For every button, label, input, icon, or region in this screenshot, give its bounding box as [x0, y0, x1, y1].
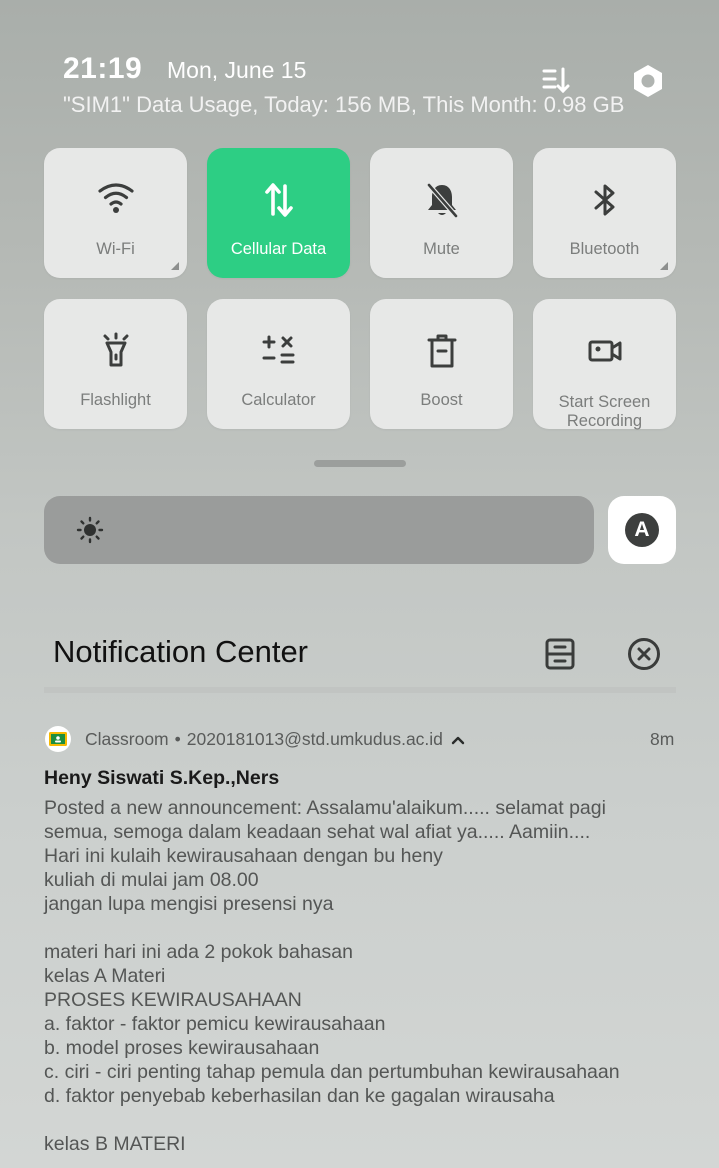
edit-list-icon[interactable]: [535, 60, 575, 100]
sun-icon: [76, 516, 104, 549]
calculator-icon: [207, 331, 350, 371]
notification-time: 8m: [650, 729, 675, 749]
tile-label: Mute: [423, 240, 460, 258]
cellular-data-icon: [207, 180, 350, 220]
tile-label: Start Screen Recording: [558, 393, 651, 430]
tile-label: Cellular Data: [230, 240, 327, 258]
notification-center-title: Notification Center: [53, 634, 309, 669]
app-name: Classroom: [85, 729, 169, 749]
notification-sender: Heny Siswati S.Kep.,Ners: [44, 767, 280, 789]
tile-calculator[interactable]: Calculator: [207, 299, 350, 429]
mute-bell-icon: [370, 180, 513, 220]
flashlight-icon: [44, 331, 187, 371]
tile-label: Boost: [420, 391, 463, 409]
manage-notifications-icon[interactable]: [540, 634, 580, 674]
expand-corner: [171, 262, 179, 270]
brightness-slider[interactable]: [44, 496, 594, 564]
tile-wifi[interactable]: Wi-Fi: [44, 148, 187, 278]
tile-label: Wi-Fi: [96, 240, 135, 258]
tile-flashlight[interactable]: Flashlight: [44, 299, 187, 429]
clock-time: 21:19: [63, 52, 143, 85]
auto-brightness-label: A: [625, 513, 659, 547]
settings-gear-icon[interactable]: [628, 61, 668, 101]
tile-label: Calculator: [241, 391, 316, 409]
clear-all-icon[interactable]: [624, 634, 664, 674]
auto-brightness-button[interactable]: A: [608, 496, 676, 564]
tile-boost[interactable]: Boost: [370, 299, 513, 429]
separator-dot: •: [174, 729, 181, 749]
tile-label: Bluetooth: [569, 240, 640, 258]
tile-label: Flashlight: [80, 391, 151, 409]
expand-corner: [660, 262, 668, 270]
notification-body[interactable]: Posted a new announcement: Assalamu'alai…: [44, 796, 704, 1156]
tile-mute[interactable]: Mute: [370, 148, 513, 278]
wifi-icon: [44, 180, 187, 216]
screen-record-icon: [533, 331, 676, 371]
classroom-app-icon: [45, 726, 71, 752]
panel-drag-handle[interactable]: [314, 460, 406, 467]
chevron-up-icon[interactable]: [451, 733, 465, 747]
account-email: 2020181013@std.umkudus.ac.id: [186, 729, 443, 749]
divider: [44, 687, 676, 693]
tile-cellular-data[interactable]: Cellular Data: [207, 148, 350, 278]
tile-screen-recording[interactable]: Start Screen Recording: [533, 299, 676, 430]
tile-bluetooth[interactable]: Bluetooth: [533, 148, 676, 278]
date-label: Mon, June 15: [167, 57, 307, 83]
notification-app-row[interactable]: Classroom • 2020181013@std.umkudus.ac.id: [85, 729, 465, 750]
boost-trash-icon: [370, 331, 513, 371]
bluetooth-icon: [533, 180, 676, 220]
